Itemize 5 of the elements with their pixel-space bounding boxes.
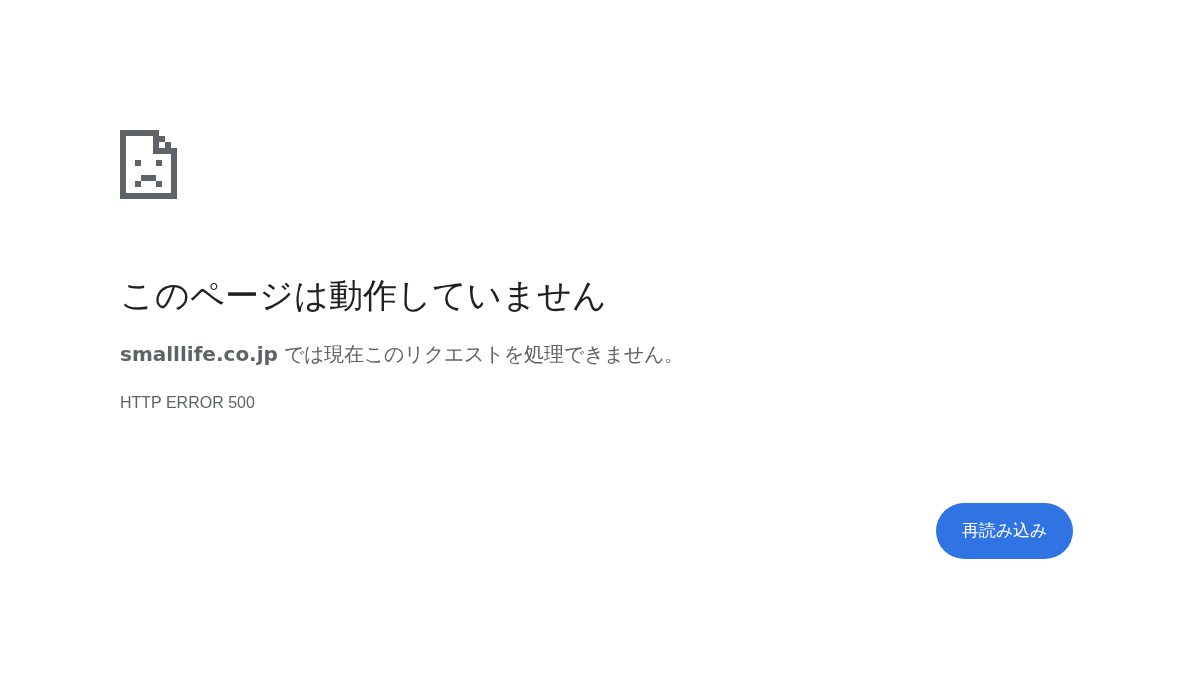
sad-page-icon bbox=[120, 130, 177, 199]
reload-button[interactable]: 再読み込み bbox=[936, 503, 1073, 559]
error-code: HTTP ERROR 500 bbox=[120, 393, 255, 413]
error-message: smalllife.co.jp では現在このリクエストを処理できません。 bbox=[120, 341, 685, 368]
error-heading: このページは動作していません bbox=[120, 274, 607, 317]
